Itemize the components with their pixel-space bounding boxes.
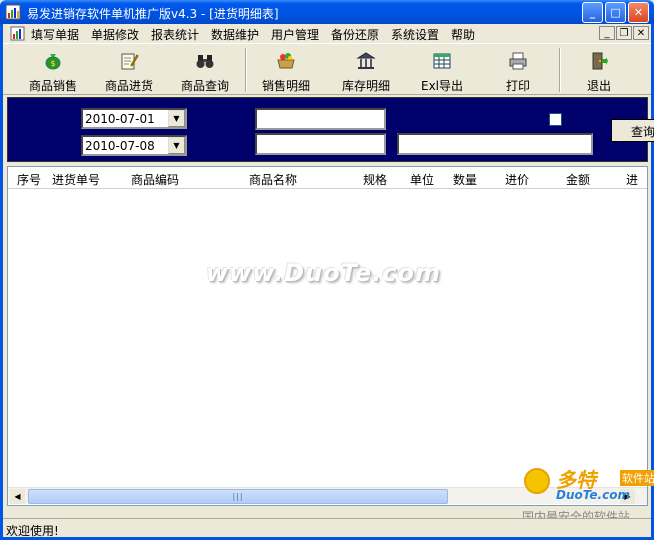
minimize-button[interactable]: _ xyxy=(582,2,603,23)
column-header[interactable]: 金额 xyxy=(566,171,590,188)
menu-report-statistics[interactable]: 报表统计 xyxy=(151,26,199,43)
filter-panel: 开始日期: 2010-07-01 ▼ 供 应 商: 商品名称或编码(模糊查询):… xyxy=(7,97,648,162)
watermark: www.DuoTe.com xyxy=(206,259,441,287)
document-system-icon[interactable] xyxy=(10,26,26,41)
end-date-value: 2010-07-08 xyxy=(85,139,155,153)
goods-name-label: 商品名称或编码(模糊查询): xyxy=(398,114,544,128)
menu-fill-documents[interactable]: 填写单据 xyxy=(31,26,79,43)
start-date-label: 开始日期: xyxy=(16,114,69,128)
purchase-detail-grid[interactable]: 序号 进货单号 商品编码 商品名称 规格 单位 数量 进价 金额 进 www.D… xyxy=(7,166,648,506)
sales-detail-button[interactable]: 销售明细 xyxy=(248,46,324,94)
svg-text:$: $ xyxy=(50,59,55,68)
goods-query-button[interactable]: 商品查询 xyxy=(167,46,243,94)
all-checkbox[interactable] xyxy=(549,113,562,126)
binoculars-icon xyxy=(196,55,214,68)
bank-icon xyxy=(356,52,376,69)
menu-user-management[interactable]: 用户管理 xyxy=(271,26,319,43)
all-checkbox-label: 全部 xyxy=(564,114,589,128)
end-date-picker[interactable]: 2010-07-08 ▼ xyxy=(81,135,187,156)
operator-input[interactable] xyxy=(255,133,386,155)
mdi-minimize-button[interactable]: _ xyxy=(599,26,615,40)
column-header[interactable]: 进货单号 xyxy=(52,171,100,188)
exit-button[interactable]: 退出 xyxy=(561,46,637,94)
menu-bar: 填写单据 单据修改 报表统计 数据维护 用户管理 备份还原 系统设置 帮助 _ … xyxy=(3,24,651,43)
goods-purchase-label: 商品进货 xyxy=(104,79,153,93)
exit-label: 退出 xyxy=(586,79,611,93)
mdi-restore-button[interactable]: ❐ xyxy=(616,26,632,40)
menu-backup-restore[interactable]: 备份还原 xyxy=(331,26,379,43)
goods-query-label: 商品查询 xyxy=(180,79,229,93)
column-header[interactable]: 商品编码 xyxy=(131,171,179,188)
logo-sub-text: 软件站 xyxy=(620,470,654,486)
goods-name-input[interactable] xyxy=(397,133,593,155)
menu-modify-documents[interactable]: 单据修改 xyxy=(91,26,139,43)
inventory-detail-button[interactable]: 库存明细 xyxy=(328,46,404,94)
column-header[interactable]: 单位 xyxy=(410,171,434,188)
window-title: 易发进销存软件单机推广版v4.3 - [进货明细表] xyxy=(27,7,279,21)
maximize-button[interactable]: □ xyxy=(605,2,626,23)
goods-sales-button[interactable]: $ 商品销售 xyxy=(15,46,91,94)
menu-data-maintenance[interactable]: 数据维护 xyxy=(211,26,259,43)
inventory-detail-label: 库存明细 xyxy=(341,79,390,93)
status-text: 欢迎使用! xyxy=(6,524,59,538)
supplier-label: 供 应 商: xyxy=(198,114,246,128)
mascot-icon xyxy=(524,468,550,494)
printer-icon xyxy=(509,52,527,70)
chevron-down-icon[interactable]: ▼ xyxy=(168,110,185,127)
exit-door-icon xyxy=(592,52,608,70)
query-button[interactable]: 查询 xyxy=(611,119,654,142)
column-header[interactable]: 进价 xyxy=(505,171,529,188)
start-date-picker[interactable]: 2010-07-01 ▼ xyxy=(81,108,187,129)
title-bar[interactable]: 易发进销存软件单机推广版v4.3 - [进货明细表] _ □ ✕ xyxy=(0,0,654,24)
column-header[interactable]: 数量 xyxy=(453,171,477,188)
basket-icon xyxy=(277,53,295,69)
logo-domain-text: DuoTe.com xyxy=(556,488,630,502)
supplier-input[interactable] xyxy=(255,108,386,130)
grid-header: 序号 进货单号 商品编码 商品名称 规格 单位 数量 进价 金额 进 xyxy=(8,167,647,189)
column-header[interactable]: 商品名称 xyxy=(249,171,297,188)
operator-label: 经办人: xyxy=(198,140,239,154)
money-bag-icon: $ xyxy=(45,54,61,70)
notepad-pencil-icon xyxy=(121,53,139,70)
close-button[interactable]: ✕ xyxy=(628,2,649,23)
mdi-close-button[interactable]: ✕ xyxy=(633,26,649,40)
column-header[interactable]: 进 xyxy=(626,171,638,188)
goods-purchase-button[interactable]: 商品进货 xyxy=(91,46,167,94)
status-bar: 欢迎使用! xyxy=(3,518,651,538)
app-icon xyxy=(5,4,21,20)
sales-detail-label: 销售明细 xyxy=(261,79,310,93)
menu-system-settings[interactable]: 系统设置 xyxy=(391,26,439,43)
goods-sales-label: 商品销售 xyxy=(28,79,77,93)
column-header[interactable]: 序号 xyxy=(17,171,41,188)
toolbar: $ 商品销售 商品进货 商品查询 销售明细 库存明细 Exl导出 打印 退出 xyxy=(3,43,651,95)
toolbar-separator xyxy=(245,48,247,92)
scroll-left-icon[interactable]: ◀ xyxy=(10,489,25,504)
excel-export-label: Exl导出 xyxy=(420,79,464,93)
chevron-down-icon[interactable]: ▼ xyxy=(168,137,185,154)
spreadsheet-icon xyxy=(433,53,451,69)
print-button[interactable]: 打印 xyxy=(480,46,556,94)
print-label: 打印 xyxy=(505,79,530,93)
end-date-label: 结束日期: xyxy=(16,140,69,154)
scroll-thumb[interactable]: ||| xyxy=(28,489,448,504)
excel-export-button[interactable]: Exl导出 xyxy=(404,46,480,94)
start-date-value: 2010-07-01 xyxy=(85,112,155,126)
column-header[interactable]: 规格 xyxy=(363,171,387,188)
window-frame-left xyxy=(0,24,3,540)
menu-help[interactable]: 帮助 xyxy=(451,26,475,43)
